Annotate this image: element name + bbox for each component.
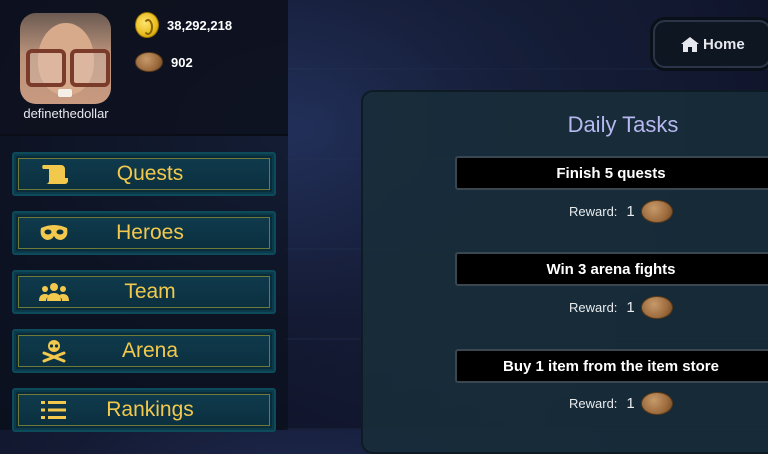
reward-amount: 1 [626,395,635,412]
nav-button-rankings[interactable]: Rankings [12,388,276,432]
reward-label: Reward: [569,300,618,315]
cookie-icon [640,392,673,415]
sidebar: definethedollar 38,292,218 902 Quests He… [0,0,288,432]
list-icon [39,398,69,422]
task-row: Buy 1 item from the item store [455,349,768,383]
cookie-icon [640,296,673,319]
cookie-count: 902 [171,54,193,70]
task-reward: Reward: 1 [569,200,673,223]
reward-label: Reward: [569,204,618,219]
home-button[interactable]: Home [653,20,768,68]
nav-button-team[interactable]: Team [12,270,276,314]
profile-card: definethedollar 38,292,218 902 [0,0,288,136]
nav-button-quests[interactable]: Quests [12,152,276,196]
panel-title: Daily Tasks [567,112,679,137]
task-row: Finish 5 quests [455,156,768,190]
reward-amount: 1 [626,203,635,220]
reward-amount: 1 [626,299,635,316]
coin-balance: 38,292,218 [135,12,232,38]
coin-count: 38,292,218 [167,17,233,33]
coin-icon [135,12,159,38]
daily-tasks-panel: Daily Tasks Finish 5 quests Reward: 1 Wi… [361,90,768,454]
mask-icon [39,221,69,245]
scroll-icon [39,162,69,186]
cookie-icon [135,52,163,72]
nav-button-arena[interactable]: Arena [12,329,276,373]
cookie-icon [640,200,673,223]
reward-label: Reward: [569,396,618,411]
task-reward: Reward: 1 [569,296,673,319]
nav-button-heroes[interactable]: Heroes [12,211,276,255]
username: definethedollar [23,106,109,121]
skull-crossbones-icon [39,339,69,363]
home-icon [681,36,699,52]
task-row: Win 3 arena fights [455,252,768,286]
avatar[interactable] [20,13,111,104]
home-label: Home [703,35,745,53]
cookie-balance: 902 [135,52,193,72]
users-icon [39,280,69,304]
task-reward: Reward: 1 [569,392,673,415]
